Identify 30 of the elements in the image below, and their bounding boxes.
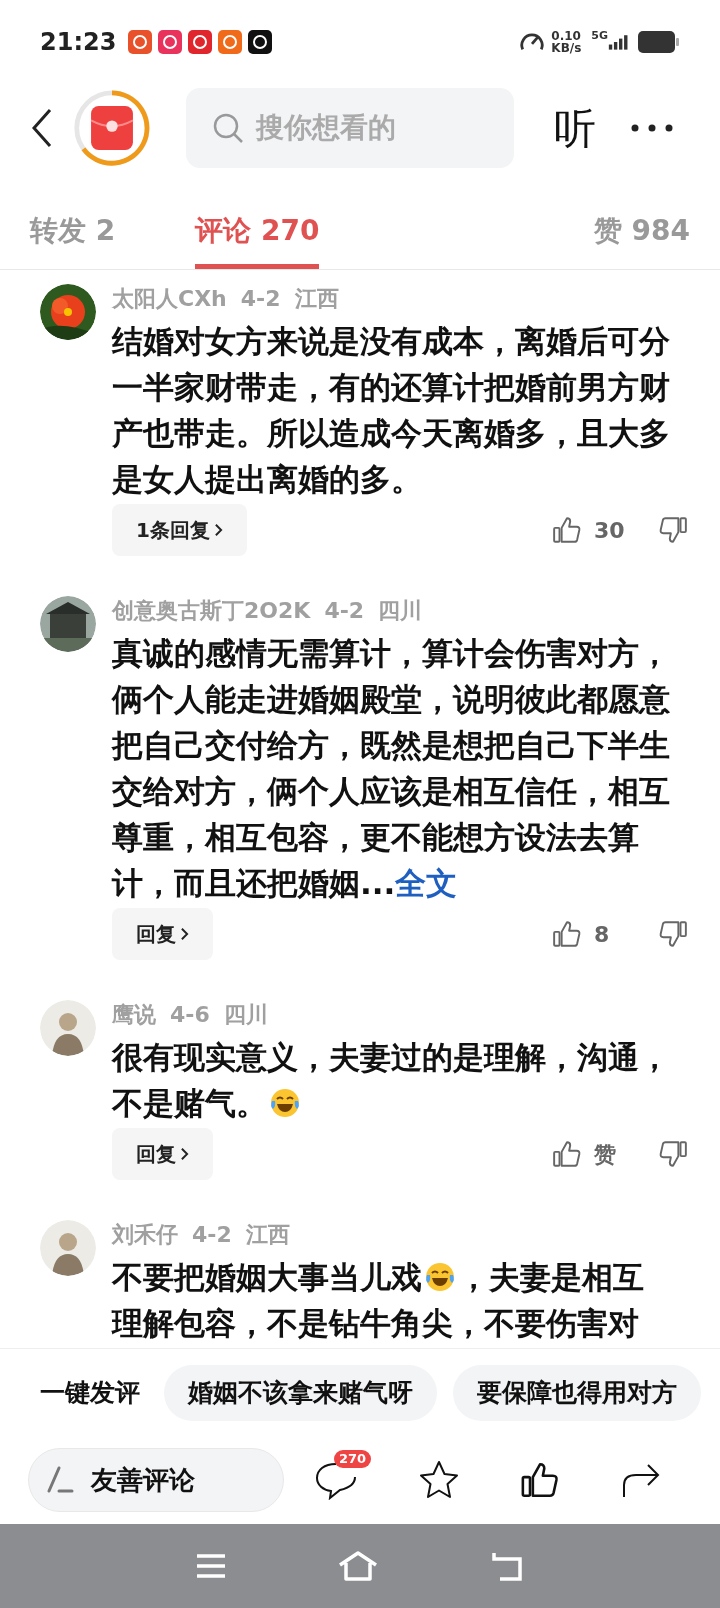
comment-input[interactable]: 友善评论 bbox=[28, 1448, 284, 1512]
comment-tab[interactable]: 评论 270 bbox=[195, 197, 320, 269]
comment-date: 4-6 bbox=[170, 1001, 210, 1029]
comment-date: 4-2 bbox=[240, 285, 281, 313]
suggested-comment-chip[interactable]: 婚姻不该拿来赌气呀 bbox=[164, 1364, 437, 1421]
comment-region: 江西 bbox=[245, 1221, 290, 1249]
replies-button[interactable]: 回复 bbox=[112, 1128, 213, 1180]
like-count: 8 bbox=[594, 920, 611, 949]
comment-count-badge: 270 bbox=[334, 1450, 372, 1468]
suggested-comment-chip[interactable]: 要保障也得用对方 bbox=[453, 1364, 701, 1421]
comment-date: 4-2 bbox=[192, 1221, 232, 1249]
status-time: 21:23 bbox=[40, 27, 117, 58]
listen-button[interactable]: 听 bbox=[554, 96, 596, 160]
replies-button[interactable]: 1条回复 bbox=[112, 504, 247, 556]
comment-text: 不要把婚姻大事当儿戏 ，夫妻是相互理解包容，不是钻牛角尖，不要伤害对 bbox=[112, 1258, 645, 1343]
comment-text: 真诚的感情无需算计，算计会伤害对方，俩个人能走进婚姻殿堂，说明彼此都愿意把自己交付给方，既然是想把自己下半生交给对方，俩个人应该是相互信任，相互尊重，相互包容，更不能想方设法去算计，而且还把婚姻...全文 bbox=[112, 634, 671, 903]
speed-unit: KB/s bbox=[551, 42, 582, 54]
network-type: 5G bbox=[591, 28, 608, 44]
comment-region: 江西 bbox=[294, 285, 339, 313]
comment-date: 4-2 bbox=[324, 597, 365, 625]
comment-text: 很有现实意义，夫妻过的是理解，沟通，不是赌气。 bbox=[112, 1038, 671, 1123]
comment-text: 结婚对女方来说是没有成本，离婚后可分一半家财带走，有的还算计把婚前男方财产也带走。所以造成今天离婚多，且大多是女人提出离婚的多。 bbox=[112, 322, 671, 499]
full-text-link[interactable]: 全文 bbox=[395, 865, 458, 901]
like-count: 30 bbox=[594, 516, 626, 545]
comment-region: 四川 bbox=[223, 1001, 268, 1029]
like-count: 赞 bbox=[594, 1140, 617, 1169]
network-speed: 0.10 bbox=[551, 30, 582, 42]
quick-comment-label: 一键发评 bbox=[40, 1376, 140, 1409]
replies-button[interactable]: 回复 bbox=[112, 908, 213, 960]
comment-region: 四川 bbox=[378, 597, 423, 625]
